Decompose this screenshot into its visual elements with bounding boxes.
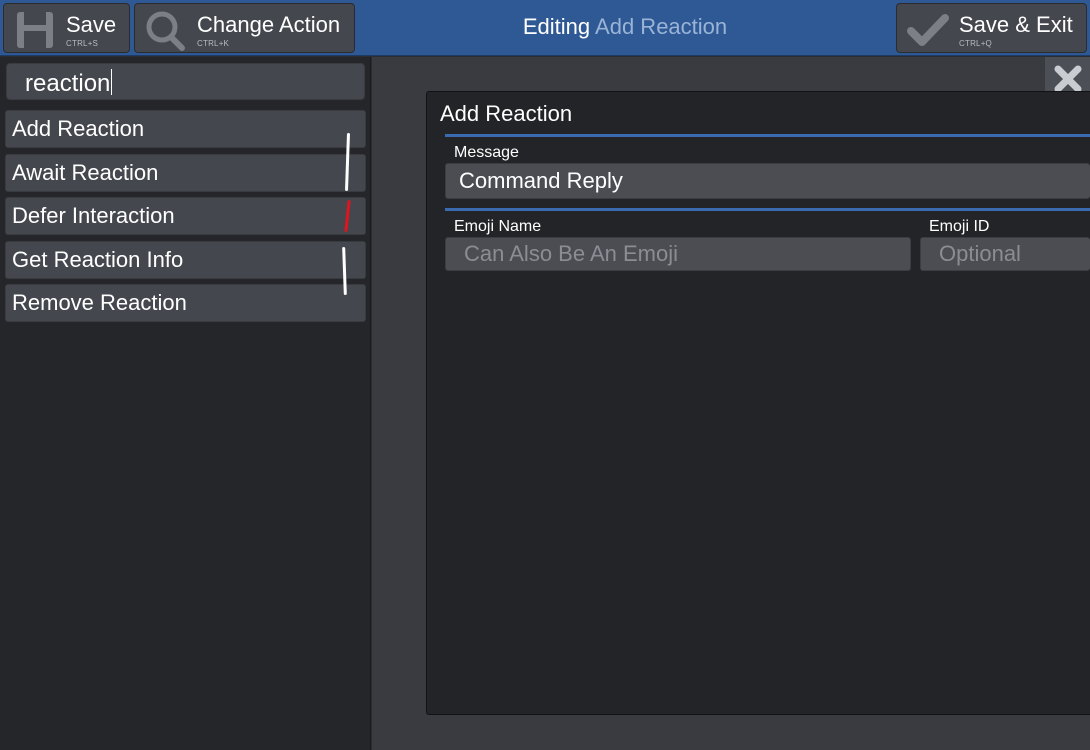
- page-title: Editing Add Reaction: [360, 14, 890, 40]
- save-button-label: Save: [66, 12, 117, 37]
- floppy-disk-icon: [15, 11, 55, 54]
- checkmark-icon: [907, 12, 949, 53]
- save-shortcut: CTRL+S: [66, 39, 99, 48]
- title-divider: [445, 134, 1090, 137]
- action-item-get-reaction-info[interactable]: Get Reaction Info: [5, 241, 366, 279]
- change-action-label: Change Action: [197, 12, 341, 37]
- section-divider: [445, 208, 1090, 211]
- message-label: Message: [454, 144, 519, 161]
- text-caret: [111, 69, 113, 95]
- title-prefix: Editing: [522, 14, 591, 39]
- action-item-label: Add Reaction: [12, 116, 145, 141]
- message-select[interactable]: Command Reply: [445, 163, 1090, 199]
- action-item-await-reaction[interactable]: Await Reaction: [5, 154, 366, 192]
- save-exit-label: Save & Exit: [959, 12, 1073, 37]
- title-action-name: Add Reaction: [595, 14, 728, 39]
- emoji-name-label: Emoji Name: [454, 218, 542, 235]
- close-icon: [1054, 65, 1082, 93]
- action-item-label: Defer Interaction: [12, 203, 175, 228]
- message-value: Command Reply: [459, 168, 623, 193]
- save-button[interactable]: Save CTRL+S: [3, 3, 130, 53]
- action-item-defer-interaction[interactable]: Defer Interaction: [5, 197, 366, 235]
- action-item-label: Remove Reaction: [12, 290, 187, 315]
- action-item-remove-reaction[interactable]: Remove Reaction: [5, 284, 366, 322]
- change-action-button[interactable]: Change Action CTRL+K: [134, 3, 355, 53]
- emoji-name-placeholder: Can Also Be An Emoji: [464, 241, 679, 266]
- panel-title: Add Reaction: [440, 101, 573, 126]
- action-search-input[interactable]: reaction: [6, 63, 365, 100]
- save-exit-shortcut: CTRL+Q: [959, 39, 992, 48]
- top-toolbar: Save CTRL+S Change Action CTRL+K Editing…: [0, 0, 1090, 56]
- emoji-id-label: Emoji ID: [929, 218, 990, 235]
- action-item-add-reaction[interactable]: Add Reaction: [5, 110, 366, 148]
- action-item-label: Await Reaction: [12, 160, 159, 185]
- emoji-id-input[interactable]: Optional: [920, 237, 1090, 271]
- search-icon: [145, 10, 187, 57]
- change-action-shortcut: CTRL+K: [197, 39, 230, 48]
- action-list-sidebar: reaction Add Reaction Await Reaction Def…: [0, 57, 371, 750]
- emoji-name-input[interactable]: Can Also Be An Emoji: [445, 237, 911, 271]
- emoji-id-placeholder: Optional: [939, 241, 1021, 266]
- save-exit-button[interactable]: Save & Exit CTRL+Q: [896, 3, 1087, 53]
- action-item-label: Get Reaction Info: [12, 247, 184, 272]
- search-value: reaction: [25, 70, 111, 97]
